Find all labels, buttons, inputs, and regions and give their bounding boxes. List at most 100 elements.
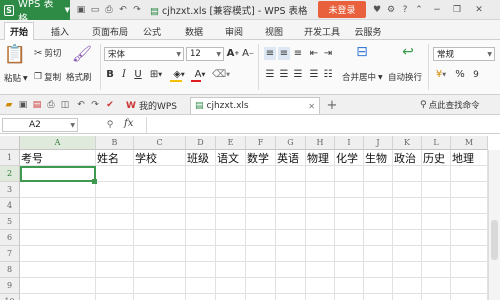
align-top-icon[interactable]: ≡	[264, 47, 276, 60]
distribute-icon[interactable]: ☷	[322, 68, 334, 81]
cell-k7[interactable]	[393, 246, 422, 262]
cell-m3[interactable]	[451, 182, 488, 198]
cell-m7[interactable]	[451, 246, 488, 262]
cell-l1[interactable]: 历史	[422, 150, 451, 166]
bold-icon[interactable]: B	[104, 68, 116, 81]
cell-b5[interactable]	[96, 214, 134, 230]
column-header-b[interactable]: B	[96, 136, 134, 150]
login-button[interactable]: 未登录	[318, 1, 366, 18]
cell-e6[interactable]	[216, 230, 246, 246]
cell-a6[interactable]	[20, 230, 96, 246]
print-icon[interactable]: ⎙	[45, 99, 57, 111]
name-box[interactable]: A2 ▼	[2, 118, 78, 132]
cell-k2[interactable]	[393, 166, 422, 182]
row-header-5[interactable]: 5	[0, 214, 20, 230]
cell-a9[interactable]	[20, 278, 96, 294]
cell-l2[interactable]	[422, 166, 451, 182]
cell-d1[interactable]: 班级	[186, 150, 216, 166]
cell-d10[interactable]	[186, 294, 216, 300]
align-center-icon[interactable]: ☰	[278, 68, 290, 81]
cell-m6[interactable]	[451, 230, 488, 246]
ribbon-toggle-icon[interactable]: ⌃	[412, 3, 426, 17]
align-left-icon[interactable]: ☰	[264, 68, 276, 81]
redo-icon[interactable]: ↷	[89, 99, 101, 111]
indent-increase-icon[interactable]: ⇥	[322, 47, 334, 60]
settings-icon[interactable]: ⚙	[384, 3, 398, 17]
cell-e7[interactable]	[216, 246, 246, 262]
close-icon[interactable]: ✕	[472, 3, 486, 17]
redo-icon[interactable]: ↷	[131, 4, 143, 16]
cell-l5[interactable]	[422, 214, 451, 230]
cell-h2[interactable]	[306, 166, 335, 182]
wps-menu-button[interactable]: S WPS 表格 ▼	[0, 0, 70, 25]
skin-icon[interactable]: ♥	[370, 3, 384, 17]
cell-d4[interactable]	[186, 198, 216, 214]
cell-a7[interactable]	[20, 246, 96, 262]
cell-f3[interactable]	[246, 182, 276, 198]
column-header-g[interactable]: G	[276, 136, 306, 150]
column-header-k[interactable]: K	[393, 136, 422, 150]
cell-d8[interactable]	[186, 262, 216, 278]
cell-h7[interactable]	[306, 246, 335, 262]
cell-i4[interactable]	[335, 198, 364, 214]
tab-cloud[interactable]: 云服务	[348, 22, 388, 40]
merge-center-button[interactable]: ⊟	[344, 44, 380, 60]
cell-m2[interactable]	[451, 166, 488, 182]
tab-formulas[interactable]: 公式	[136, 22, 168, 40]
column-header-h[interactable]: H	[306, 136, 335, 150]
row-header-6[interactable]: 6	[0, 230, 20, 246]
cell-l7[interactable]	[422, 246, 451, 262]
cell-g4[interactable]	[276, 198, 306, 214]
cell-b4[interactable]	[96, 198, 134, 214]
row-header-3[interactable]: 3	[0, 182, 20, 198]
cell-k4[interactable]	[393, 198, 422, 214]
row-header-8[interactable]: 8	[0, 262, 20, 278]
cell-a8[interactable]	[20, 262, 96, 278]
tab-my-wps[interactable]: W 我的WPS	[122, 97, 181, 114]
cell-c6[interactable]	[134, 230, 186, 246]
cell-f5[interactable]	[246, 214, 276, 230]
cell-a3[interactable]	[20, 182, 96, 198]
tab-insert[interactable]: 插入	[42, 22, 78, 40]
vertical-scrollbar[interactable]	[488, 150, 500, 300]
align-right-icon[interactable]: ☰	[292, 68, 304, 81]
tab-view[interactable]: 视图	[258, 22, 290, 40]
cell-f7[interactable]	[246, 246, 276, 262]
cell-g1[interactable]: 英语	[276, 150, 306, 166]
cell-b2[interactable]	[96, 166, 134, 182]
cell-m10[interactable]	[451, 294, 488, 300]
cell-d9[interactable]	[186, 278, 216, 294]
cell-a4[interactable]	[20, 198, 96, 214]
cell-g5[interactable]	[276, 214, 306, 230]
justify-icon[interactable]: ☰	[308, 68, 320, 81]
cell-k9[interactable]	[393, 278, 422, 294]
cell-j2[interactable]	[364, 166, 393, 182]
pin-icon[interactable]: ✔	[104, 99, 116, 111]
undo-icon[interactable]: ↶	[75, 99, 87, 111]
cell-i2[interactable]	[335, 166, 364, 182]
cell-d6[interactable]	[186, 230, 216, 246]
cell-l4[interactable]	[422, 198, 451, 214]
formula-input[interactable]	[146, 117, 496, 133]
preview-icon[interactable]: ◫	[59, 99, 71, 111]
font-size-select[interactable]: 12 ▼	[186, 47, 224, 61]
cell-l6[interactable]	[422, 230, 451, 246]
row-header-7[interactable]: 7	[0, 246, 20, 262]
cell-b10[interactable]	[96, 294, 134, 300]
row-header-4[interactable]: 4	[0, 198, 20, 214]
cell-i1[interactable]: 化学	[335, 150, 364, 166]
cell-k5[interactable]	[393, 214, 422, 230]
cell-e3[interactable]	[216, 182, 246, 198]
cell-g8[interactable]	[276, 262, 306, 278]
cell-m5[interactable]	[451, 214, 488, 230]
cell-e9[interactable]	[216, 278, 246, 294]
underline-icon[interactable]: U	[132, 68, 144, 81]
cell-e1[interactable]: 语文	[216, 150, 246, 166]
column-header-e[interactable]: E	[216, 136, 246, 150]
cell-c7[interactable]	[134, 246, 186, 262]
cell-h4[interactable]	[306, 198, 335, 214]
cell-l9[interactable]	[422, 278, 451, 294]
cell-d3[interactable]	[186, 182, 216, 198]
cell-f6[interactable]	[246, 230, 276, 246]
cell-h1[interactable]: 物理	[306, 150, 335, 166]
